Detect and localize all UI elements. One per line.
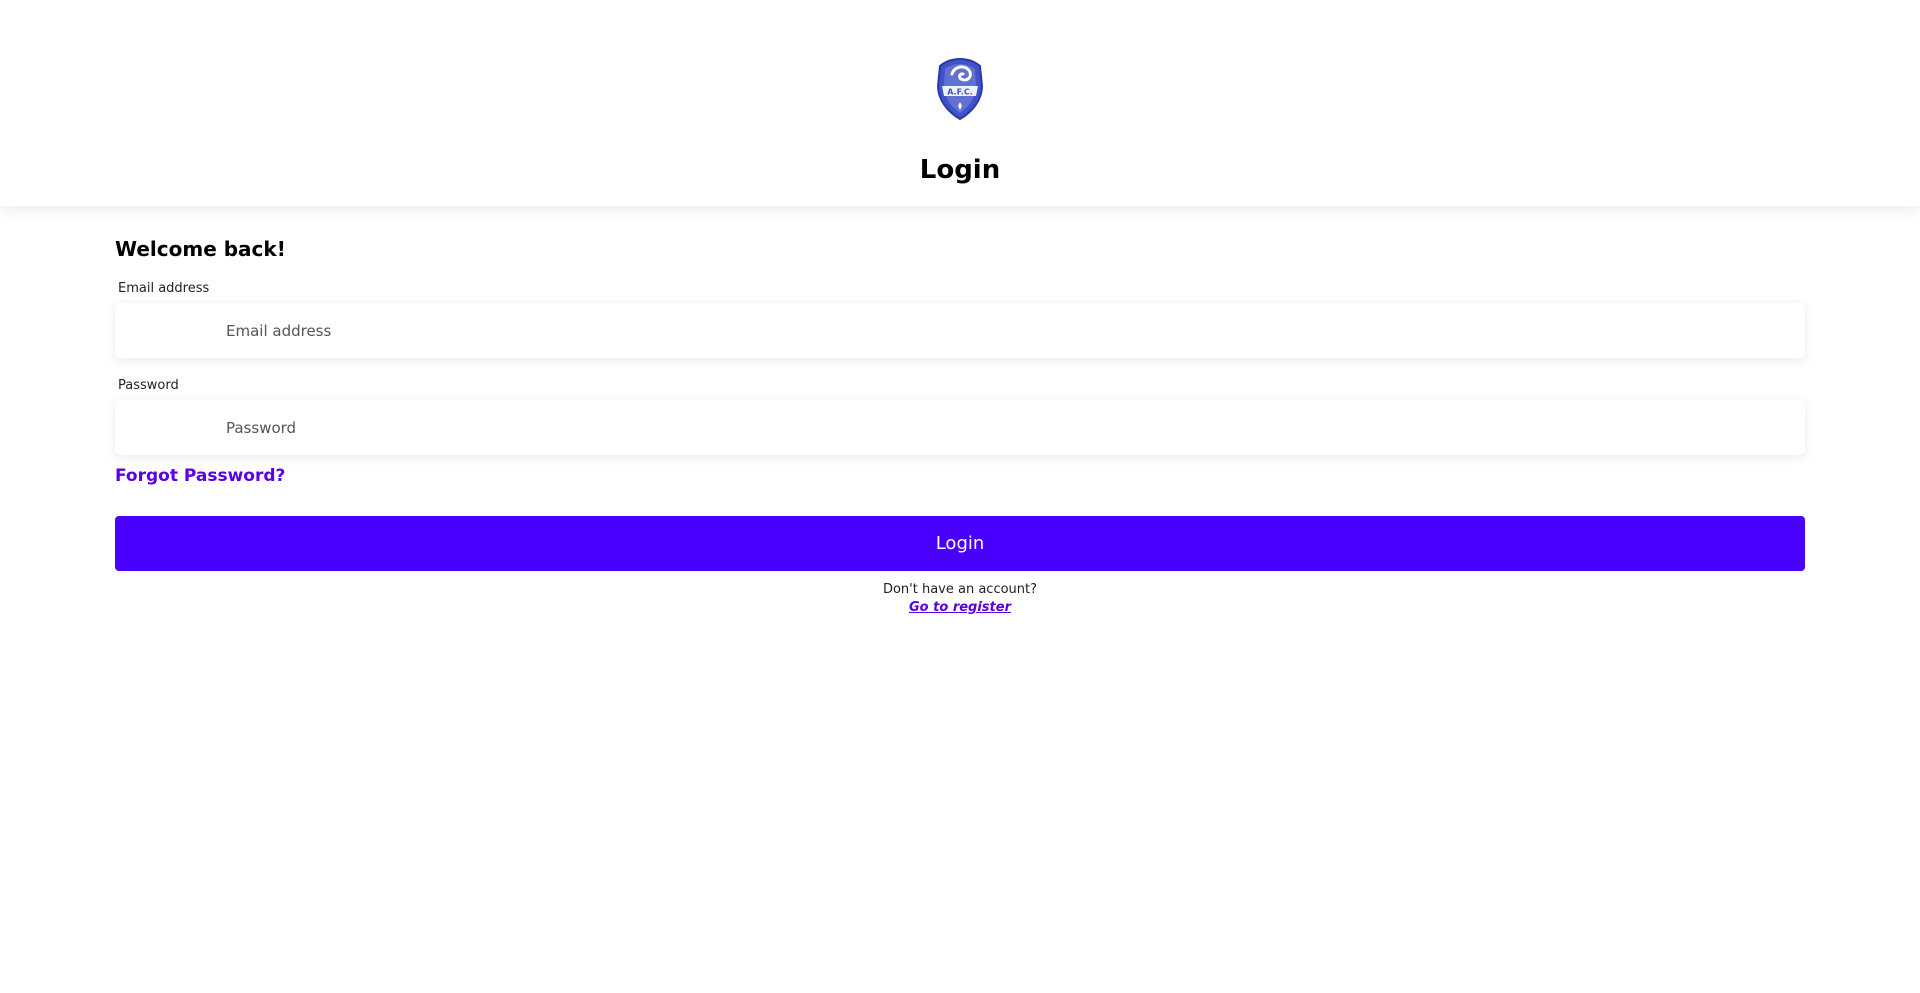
password-field-container [115, 400, 1805, 455]
register-link-text[interactable]: Go to register [909, 600, 1011, 615]
page-title: Login [919, 155, 1001, 185]
header: A.F.C. Login [0, 0, 1920, 206]
email-field-container [115, 303, 1805, 358]
email-field[interactable] [115, 303, 1805, 358]
logo-text: A.F.C. [947, 88, 973, 97]
password-field[interactable] [115, 400, 1805, 455]
welcome-heading: Welcome back! [115, 237, 286, 261]
login-button[interactable]: Login [115, 516, 1805, 571]
afc-crest-logo-icon: A.F.C. [932, 56, 988, 122]
go-to-register-link: Go to register [115, 599, 1805, 617]
password-label: Password [118, 378, 179, 393]
no-account-text: Don't have an account? [882, 582, 1038, 597]
email-label: Email address [118, 281, 210, 296]
forgot-password-link[interactable]: Forgot Password? [115, 464, 285, 488]
